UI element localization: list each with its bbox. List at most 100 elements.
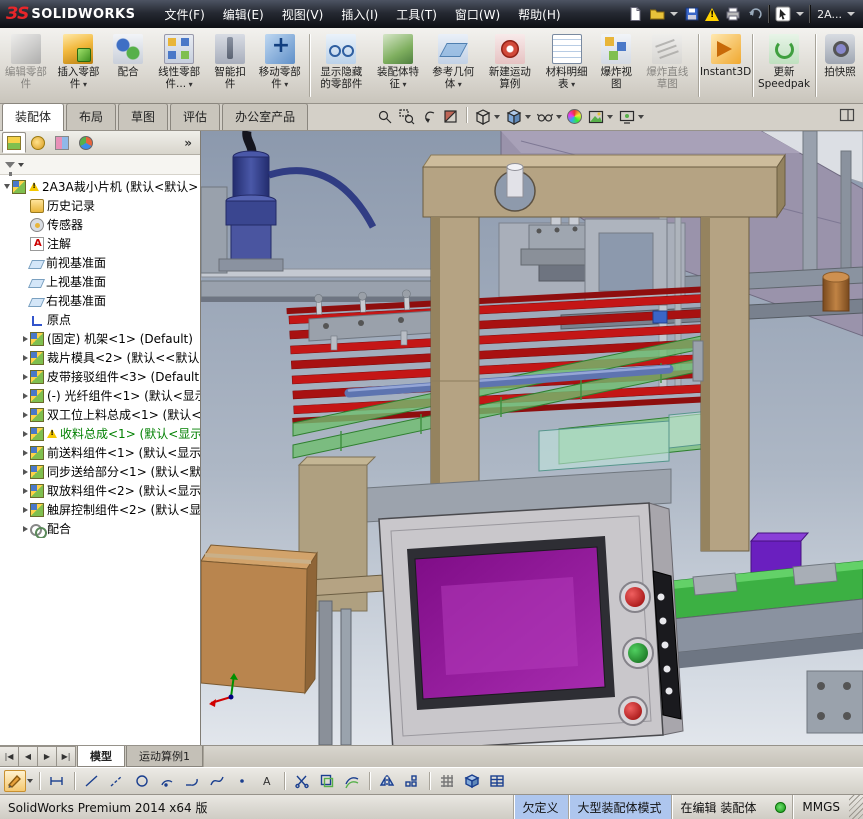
expand-arrow-icon[interactable] (20, 336, 30, 342)
tab-displaymanager[interactable] (74, 132, 98, 153)
tree-item[interactable]: 皮带接驳组件<3> (Default) (0, 367, 200, 386)
document-mode-tab[interactable]: 运动算例1 (126, 746, 203, 767)
tree-item[interactable]: 裁片模具<2> (默认<<默认>_ (0, 348, 200, 367)
mirror-entities-icon[interactable] (376, 770, 398, 792)
previous-view-icon[interactable] (420, 108, 437, 125)
expand-arrow-icon[interactable] (20, 526, 30, 532)
tree-item[interactable]: 传感器 (0, 215, 200, 234)
ribbon-button[interactable]: 装配体特征 (370, 30, 425, 101)
view-settings-icon[interactable] (618, 108, 635, 125)
ribbon-button[interactable]: 显示隐藏的零部件 (312, 30, 370, 101)
tree-item[interactable]: 历史记录 (0, 196, 200, 215)
tree-item[interactable]: 前视基准面 (0, 253, 200, 272)
ribbon-button[interactable]: 参考几何体 (426, 30, 481, 101)
apply-scene-icon[interactable] (587, 108, 604, 125)
trim-entities-icon[interactable] (291, 770, 313, 792)
ribbon-button[interactable]: 拍快照 (818, 30, 862, 101)
edit-appearance-icon[interactable] (567, 109, 583, 124)
circle-icon[interactable] (131, 770, 153, 792)
commandmanager-tab[interactable]: 装配体 (2, 103, 65, 131)
section-view-icon[interactable] (442, 108, 459, 125)
tree-item[interactable]: 配合 (0, 519, 200, 538)
tree-item[interactable]: 上视基准面 (0, 272, 200, 291)
commandmanager-tab[interactable]: 办公室产品 (222, 103, 309, 130)
point-icon[interactable] (231, 770, 253, 792)
expand-arrow-icon[interactable] (20, 355, 30, 361)
spline-icon[interactable] (206, 770, 228, 792)
tree-item[interactable]: 触屏控制组件<2> (默认<显示 (0, 500, 200, 519)
ribbon-button[interactable]: 新建运动算例 (481, 30, 539, 101)
menu-item[interactable]: 帮助(H) (509, 3, 569, 26)
graphics-viewport[interactable] (201, 131, 863, 745)
view-settings-caret[interactable] (638, 114, 645, 119)
quick-tips-green-icon[interactable] (775, 801, 787, 813)
offset-entities-icon[interactable] (341, 770, 363, 792)
ribbon-button[interactable]: 爆炸直线草图 (638, 30, 696, 101)
centerpoint-arc-icon[interactable] (156, 770, 178, 792)
expand-arrow-icon[interactable] (20, 507, 30, 513)
panel-more-chevron[interactable]: » (178, 136, 198, 150)
zoom-area-icon[interactable] (398, 108, 415, 125)
tree-item[interactable]: (固定) 机架<1> (Default) (0, 329, 200, 348)
menu-item[interactable]: 编辑(E) (214, 3, 273, 26)
sketch-icon[interactable] (4, 770, 26, 792)
tab-scroll-button[interactable]: ◀ (19, 746, 38, 767)
status-large-assembly-mode[interactable]: 大型装配体模式 (567, 795, 671, 819)
expand-arrow-icon[interactable] (2, 184, 12, 189)
tree-item[interactable]: 右视基准面 (0, 291, 200, 310)
tab-configurationmanager[interactable] (50, 132, 74, 153)
expand-arrow-icon[interactable] (20, 374, 30, 380)
display-style-caret[interactable] (525, 114, 532, 119)
sketch-dropdown-caret[interactable] (27, 779, 33, 783)
commandmanager-tab[interactable]: 草图 (118, 103, 169, 130)
ribbon-button[interactable]: 插入零部件 (51, 30, 106, 101)
rebuild-warning-icon[interactable] (705, 7, 720, 21)
expand-arrow-icon[interactable] (20, 488, 30, 494)
tab-scroll-button[interactable]: ▶| (57, 746, 76, 767)
menu-item[interactable]: 窗口(W) (446, 3, 509, 26)
view-orientation-icon[interactable] (474, 108, 491, 125)
menu-item[interactable]: 插入(I) (332, 3, 387, 26)
document-switcher[interactable]: 2A... (817, 8, 842, 21)
save-icon[interactable] (683, 6, 700, 23)
display-style-icon[interactable] (505, 108, 522, 125)
menu-item[interactable]: 文件(F) (156, 3, 214, 26)
smart-dimension-icon[interactable] (46, 770, 68, 792)
expand-arrow-icon[interactable] (20, 431, 30, 437)
centerline-icon[interactable] (106, 770, 128, 792)
horizontal-scrollbar-track[interactable] (203, 746, 863, 767)
tree-item[interactable]: (-) 光纤组件<1> (默认<显示 (0, 386, 200, 405)
ribbon-button[interactable]: 移动零部件 (252, 30, 307, 101)
ribbon-button[interactable]: Instant3D (700, 30, 751, 101)
commandmanager-tab[interactable]: 评估 (170, 103, 221, 130)
table-icon[interactable] (486, 770, 508, 792)
tab-scroll-button[interactable]: ▶ (38, 746, 57, 767)
tree-item[interactable]: 双工位上料总成<1> (默认<显 (0, 405, 200, 424)
tree-item[interactable]: 收料总成<1> (默认<显示状 (0, 424, 200, 443)
new-document-icon[interactable] (626, 6, 643, 23)
tree-filter-bar[interactable] (0, 155, 200, 176)
view-orientation-caret[interactable] (494, 114, 501, 119)
undo-icon[interactable] (746, 6, 763, 23)
zoom-fit-icon[interactable] (376, 108, 393, 125)
grid-snap-icon[interactable] (436, 770, 458, 792)
select-dropdown-caret[interactable] (796, 12, 805, 16)
rapid-sketch-icon[interactable] (461, 770, 483, 792)
ribbon-button[interactable]: 配合 (106, 30, 150, 101)
viewport-3d-scene[interactable] (201, 131, 863, 745)
tab-featuremanager-tree[interactable] (2, 132, 26, 153)
ribbon-button[interactable]: 线性零部件... (150, 30, 208, 101)
filter-caret-icon[interactable] (18, 162, 24, 167)
ribbon-button[interactable]: 爆炸视图 (594, 30, 638, 101)
expand-arrow-icon[interactable] (20, 469, 30, 475)
tree-item[interactable]: 原点 (0, 310, 200, 329)
linear-sketch-pattern-icon[interactable] (401, 770, 423, 792)
tab-scroll-button[interactable]: |◀ (0, 746, 19, 767)
document-switcher-caret[interactable] (847, 12, 855, 16)
display-pane-toggle-icon[interactable] (839, 107, 855, 126)
document-mode-tab[interactable]: 模型 (77, 746, 125, 767)
line-icon[interactable] (81, 770, 103, 792)
tab-propertymanager[interactable] (26, 132, 50, 153)
status-units[interactable]: MMGS (792, 795, 849, 819)
tree-root-item[interactable]: 2A3A裁小片机 (默认<默认> (0, 177, 200, 196)
